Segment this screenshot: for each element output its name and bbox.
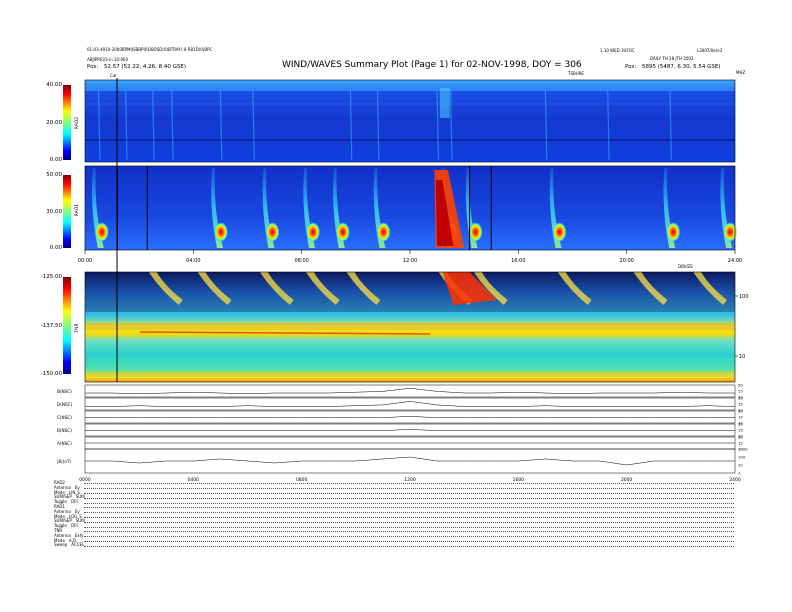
tnr-panel — [85, 272, 735, 382]
status-dotted-rule — [84, 492, 734, 494]
line-panel-right-tick: 15 — [738, 415, 743, 420]
line-series — [85, 429, 735, 431]
tnr-top-right-tag: DBVIZE — [678, 264, 693, 269]
rad1-burst-core — [468, 222, 483, 242]
rad1-burst-core — [335, 222, 350, 242]
line-panel-right-tick: 20 — [738, 409, 743, 414]
line-panel-label: D(NSC) — [57, 402, 73, 407]
time-tick-label: 12:00 — [403, 258, 417, 264]
status-value: OFF — [70, 523, 79, 529]
line-series — [85, 387, 735, 395]
line-panel-right-tick: 1000 — [738, 447, 748, 452]
line-panel-label: |B|(nT) — [57, 459, 72, 464]
line-panel-frame — [84, 397, 736, 411]
colorbar-tick-label: -137.50 — [40, 322, 62, 329]
tnr-low-band — [85, 372, 735, 382]
line-panel-frame — [84, 384, 736, 398]
line-panel-right-tick: 15 — [738, 428, 743, 433]
rad1-colorbar — [63, 175, 71, 248]
line-series — [85, 416, 735, 418]
status-dotted-rule — [84, 516, 734, 518]
rad1-burst-core — [306, 222, 321, 242]
status-label: Sweep — [54, 542, 68, 548]
status-dotted-rule — [84, 483, 734, 485]
status-value: Exfy — [74, 532, 84, 538]
line-series — [85, 401, 736, 407]
status-value: OFF — [70, 499, 79, 505]
status-row: Sweep ACCEL — [54, 542, 734, 548]
time-tick-label: 24:00 — [728, 258, 742, 264]
rad1-burst-core — [94, 222, 109, 242]
tnr-right-tick-label: 100 — [739, 294, 749, 300]
status-dotted-rule — [84, 521, 734, 523]
time-tick-label: 00:00 — [78, 258, 92, 264]
status-dotted-rule — [84, 488, 734, 490]
panel-ylabel: RAD1 — [74, 204, 80, 216]
colorbar-tick-label: 20.00 — [46, 119, 62, 126]
colorbar-tick-label: -125.00 — [40, 274, 62, 280]
rad1-burst-core — [376, 222, 391, 242]
line-panel-right-tick: 15 — [738, 402, 743, 407]
time-tick-label: 20:00 — [619, 258, 633, 264]
status-value: ACCEL — [71, 542, 85, 548]
status-block: RAD2 Antenna Ey Mode LIN_S SUM/SEP SUM Toggle OF… — [54, 480, 734, 548]
line-panel-label: A(NSC) — [57, 441, 72, 446]
line-panel-right-tick: 20 — [738, 422, 743, 427]
line-series — [85, 456, 735, 466]
line-panel-right-tick: 20 — [738, 435, 743, 440]
rad2-colorbar — [63, 85, 71, 160]
line-panel-right-tick: 100 — [738, 455, 746, 460]
colorbar-tick-label: 40.00 — [46, 82, 62, 88]
line-panel-right-tick: 1 — [738, 471, 741, 476]
status-dotted-rule — [84, 526, 734, 528]
panel-ylabel: RAD2 — [74, 117, 80, 129]
colorbar-tick-label: 30.00 — [46, 208, 62, 215]
tnr-plasma-line — [85, 323, 735, 330]
time-tick-label: 08:00 — [294, 258, 308, 264]
line-panel-right-tick: 20 — [738, 396, 743, 401]
line-panel-right-tick: 10 — [738, 463, 743, 468]
rad1-burst-core — [552, 222, 567, 242]
status-dotted-rule — [84, 545, 734, 547]
rad1-burst-core — [265, 222, 280, 242]
status-dotted-rule — [84, 507, 734, 509]
line-panel-frame — [84, 410, 736, 424]
colorbar-tick-label: -150.00 — [40, 371, 62, 377]
line-panel-right-tick: 15 — [738, 441, 743, 446]
panel-ylabel: TNR — [74, 323, 80, 333]
line-panel-right-tick: 15 — [738, 389, 743, 394]
colorbar-tick-label: 0.00 — [49, 157, 62, 163]
line-panel-frame — [84, 423, 736, 437]
colorbar-tick-label: 50.00 — [46, 172, 62, 178]
status-dotted-rule — [84, 512, 734, 514]
rad1-burst-core — [214, 222, 228, 242]
line-panel-label: C(NSC) — [57, 415, 72, 420]
status-dotted-rule — [84, 502, 734, 504]
status-dotted-rule — [84, 497, 734, 499]
line-panel-label: B(NSC) — [57, 389, 72, 394]
rad1-panel — [85, 166, 738, 250]
line-panel-label: B(NSC) — [57, 428, 72, 433]
time-tick-label: 16:00 — [511, 258, 525, 264]
tnr-right-tick-label: 10 — [739, 354, 745, 360]
colorbar-tick-label: 0.00 — [49, 245, 62, 251]
status-dotted-rule — [84, 536, 734, 538]
status-dotted-rule — [84, 540, 734, 542]
rad2-burst-haze — [439, 88, 450, 118]
rad2-panel — [85, 80, 735, 162]
status-dotted-rule — [84, 531, 734, 533]
time-tick-label: 04:00 — [186, 258, 200, 264]
rad1-burst-core — [666, 222, 681, 242]
line-panel-right-tick: 20 — [738, 383, 743, 388]
tnr-colorbar — [63, 277, 71, 374]
